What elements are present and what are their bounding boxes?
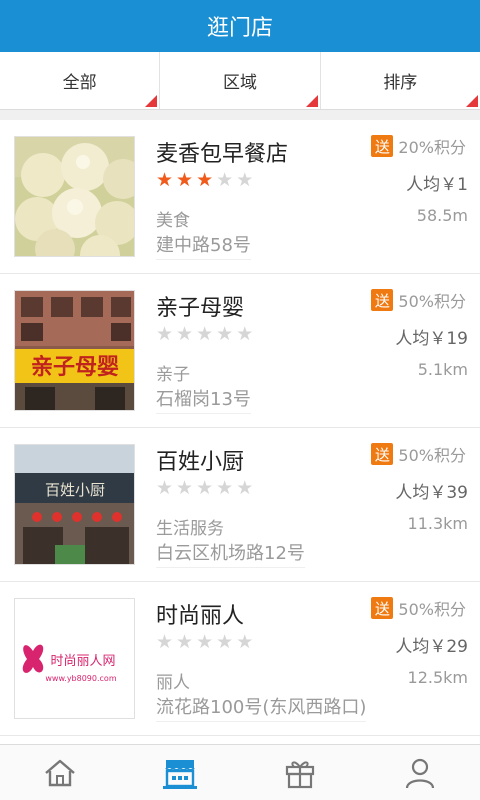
logo-image: 时尚丽人网 www.yb8090.com	[15, 599, 134, 718]
star-icon: ★	[216, 323, 234, 345]
star-icon: ★	[196, 631, 214, 653]
store-name: 亲子母婴	[156, 296, 245, 321]
star-icon: ★	[216, 631, 234, 653]
star-icon: ★	[196, 323, 214, 345]
gift-badge: 送	[371, 135, 394, 157]
store-category: 丽人	[156, 673, 190, 693]
filter-all[interactable]: 全部	[0, 52, 161, 109]
star-icon: ★	[236, 323, 254, 345]
store-image	[14, 136, 135, 257]
filter-region[interactable]: 区域	[160, 52, 321, 109]
star-rating: ★ ★ ★ ★ ★	[156, 632, 253, 652]
store-item[interactable]: 时尚丽人网 www.yb8090.com 时尚丽人 ★ ★ ★ ★ ★ 丽人 流…	[0, 582, 480, 736]
storefront-photo: 亲子母婴	[15, 291, 134, 410]
person-icon	[405, 758, 435, 788]
promo-text: 50%积分	[398, 292, 466, 311]
star-icon: ★	[176, 323, 194, 345]
avg-price: 人均￥29	[395, 637, 468, 657]
avg-price: 人均￥39	[395, 483, 468, 503]
store-list: 麦香包早餐店 ★ ★ ★ ★ ★ 美食 建中路58号 送 20%积分 人均￥1 …	[0, 120, 480, 736]
star-icon: ★	[176, 631, 194, 653]
promo: 送 50%积分	[371, 596, 466, 620]
filter-bar: 全部 区域 排序	[0, 52, 480, 110]
store-address: 石榴岗13号	[156, 385, 251, 414]
gift-badge: 送	[371, 597, 394, 619]
distance: 5.1km	[417, 360, 468, 379]
steamed-buns-photo	[15, 137, 134, 256]
title-bar: 逛门店	[0, 0, 480, 52]
gift-badge: 送	[371, 443, 394, 465]
promo: 送 50%积分	[371, 442, 466, 466]
store-name: 时尚丽人	[156, 604, 245, 629]
avg-price: 人均￥19	[395, 329, 468, 349]
filter-sort-label: 排序	[383, 73, 418, 93]
gift-icon	[285, 760, 315, 788]
sign-text: 百姓小厨	[45, 481, 105, 499]
star-rating: ★ ★ ★ ★ ★	[156, 324, 253, 344]
tab-home[interactable]	[0, 745, 120, 800]
store-image: 亲子母婴	[14, 290, 135, 411]
star-icon: ★	[176, 477, 194, 499]
promo-text: 50%积分	[398, 446, 466, 465]
store-item[interactable]: 百姓小厨 百姓小厨 ★ ★ ★ ★ ★ 生活服务 白云区机场路12号 送 50%…	[0, 428, 480, 582]
filter-all-label: 全部	[62, 73, 97, 93]
store-category: 亲子	[156, 365, 190, 385]
store-icon	[163, 759, 197, 789]
filter-region-label: 区域	[222, 73, 257, 93]
store-name: 百姓小厨	[156, 450, 245, 475]
logo-text: 时尚丽人网	[50, 654, 115, 669]
store-category: 生活服务	[156, 519, 224, 539]
star-icon: ★	[176, 169, 194, 191]
page-title: 逛门店	[206, 16, 273, 41]
tab-profile[interactable]	[360, 745, 480, 800]
store-address: 流花路100号(东风西路口)	[156, 693, 367, 722]
star-icon: ★	[236, 477, 254, 499]
store-address: 建中路58号	[156, 231, 251, 260]
star-icon: ★	[236, 169, 254, 191]
store-item[interactable]: 麦香包早餐店 ★ ★ ★ ★ ★ 美食 建中路58号 送 20%积分 人均￥1 …	[0, 120, 480, 274]
star-icon: ★	[236, 631, 254, 653]
star-icon: ★	[156, 477, 174, 499]
logo-url: www.yb8090.com	[45, 674, 116, 683]
home-icon	[45, 759, 75, 786]
store-address: 白云区机场路12号	[156, 539, 305, 568]
sign-text: 亲子母婴	[31, 355, 119, 380]
star-rating: ★ ★ ★ ★ ★	[156, 170, 253, 190]
promo: 送 50%积分	[371, 288, 466, 312]
star-icon: ★	[196, 477, 214, 499]
star-icon: ★	[216, 477, 234, 499]
store-item[interactable]: 亲子母婴 亲子母婴 ★ ★ ★ ★ ★ 亲子 石榴岗13号 送 50%积分 人均…	[0, 274, 480, 428]
distance: 12.5km	[407, 668, 468, 687]
star-icon: ★	[156, 169, 174, 191]
promo: 送 20%积分	[371, 134, 466, 158]
star-icon: ★	[196, 169, 214, 191]
dropdown-corner-icon	[305, 95, 318, 107]
store-category: 美食	[156, 211, 190, 231]
store-image: 百姓小厨	[14, 444, 135, 565]
star-rating: ★ ★ ★ ★ ★	[156, 478, 253, 498]
star-icon: ★	[156, 323, 174, 345]
dropdown-corner-icon	[145, 95, 158, 107]
tab-stores[interactable]	[120, 745, 240, 800]
star-icon: ★	[156, 631, 174, 653]
distance: 58.5m	[416, 206, 468, 225]
gift-badge: 送	[371, 289, 394, 311]
section-gap	[0, 110, 480, 120]
store-image: 时尚丽人网 www.yb8090.com	[14, 598, 135, 719]
tab-gift[interactable]	[240, 745, 360, 800]
promo-text: 50%积分	[398, 600, 466, 619]
star-icon: ★	[216, 169, 234, 191]
avg-price: 人均￥1	[406, 175, 468, 195]
filter-sort[interactable]: 排序	[321, 52, 480, 109]
dropdown-corner-icon	[465, 95, 478, 107]
restaurant-front-photo: 百姓小厨	[15, 445, 134, 564]
bottom-tab-bar	[0, 744, 480, 800]
promo-text: 20%积分	[398, 138, 466, 157]
distance: 11.3km	[407, 514, 468, 533]
store-name: 麦香包早餐店	[156, 142, 289, 167]
